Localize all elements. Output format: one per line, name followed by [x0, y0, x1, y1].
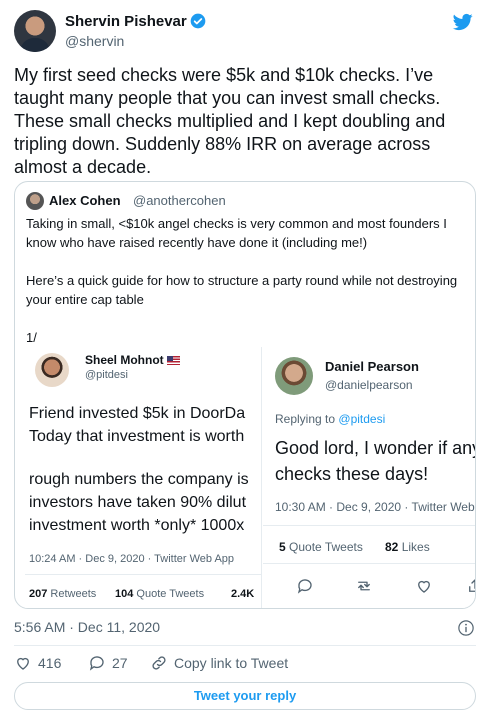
sheel-retweets: 207 Retweets	[29, 588, 97, 600]
like-count: 416	[38, 655, 62, 671]
sheel-text-line-1: Friend invested $5k in DoorDa	[29, 405, 246, 422]
sheel-name: Sheel Mohnot	[85, 353, 180, 367]
author-avatar[interactable]	[14, 10, 56, 52]
sheel-likes: 2.4K	[231, 588, 255, 600]
copy-link-label: Copy link to Tweet	[174, 655, 289, 671]
tweet-your-reply-button[interactable]: Tweet your reply	[14, 682, 476, 710]
copy-link-button[interactable]: Copy link to Tweet	[150, 654, 288, 672]
daniel-avatar	[275, 357, 313, 395]
retweet-icon	[358, 581, 370, 591]
daniel-text-line-1: Good lord, I wonder if any f	[275, 438, 476, 458]
daniel-likes: 82 Likes	[385, 540, 430, 554]
sheel-text-line-3: rough numbers the company is	[29, 471, 249, 488]
heart-icon	[17, 657, 29, 670]
sheel-text-line-4: investors have taken 90% dilut	[29, 494, 247, 511]
sheel-text-line-2: Today that investment is worth	[29, 428, 245, 445]
info-icon[interactable]	[457, 619, 475, 637]
sheel-meta: 10:24 AM · Dec 9, 2020 · Twitter Web App	[29, 553, 235, 565]
tweet-actions: 416 27 Copy link to Tweet	[14, 654, 476, 674]
sheel-avatar	[35, 353, 69, 387]
tweet-text: My first seed checks were $5k and $10k c…	[14, 65, 446, 177]
quote-image-left[interactable]: Sheel Mohnot @pitdesi Friend invested $5…	[25, 347, 262, 608]
sheel-text-line-5: investment worth *only* 1000x	[29, 517, 245, 534]
us-flag-icon	[166, 356, 180, 366]
reply-count: 27	[112, 655, 128, 671]
twitter-bird-icon[interactable]	[452, 12, 474, 32]
quote-author-avatar	[26, 192, 44, 210]
daniel-handle: @danielpearson	[325, 378, 413, 392]
daniel-replying-to: Replying to @pitdesi	[275, 412, 386, 426]
verified-badge-icon	[190, 13, 206, 29]
sheel-quote-tweets: 104 Quote Tweets	[115, 588, 205, 600]
daniel-name: Daniel Pearson	[325, 359, 419, 374]
share-icon	[469, 579, 475, 592]
tweet-timestamp[interactable]: 5:56 AM · Dec 11, 2020	[14, 619, 160, 635]
daniel-text-line-2: checks these days!	[275, 464, 429, 484]
reply-icon	[297, 579, 312, 594]
like-icon	[418, 580, 430, 593]
sheel-handle: @pitdesi	[85, 369, 128, 381]
link-icon	[152, 656, 166, 670]
quote-author-name: Alex Cohen	[49, 193, 121, 208]
quote-author-handle: @anothercohen	[133, 193, 226, 208]
daniel-meta: 10:30 AM · Dec 9, 2020 · Twitter Web	[275, 500, 475, 514]
daniel-quote-tweets: 5 Quote Tweets	[279, 540, 363, 554]
like-button[interactable]: 416	[14, 654, 61, 672]
author-name[interactable]: Shervin Pishevar	[65, 13, 187, 30]
quote-text: Taking in small, <$10k angel checks is v…	[26, 216, 458, 345]
quoted-tweet-card[interactable]: Alex Cohen @anothercohen Taking in small…	[14, 181, 476, 609]
reply-bubble-icon	[89, 656, 104, 671]
quote-image-right[interactable]: Daniel Pearson @danielpearson Replying t…	[263, 347, 476, 608]
tweet-header: Shervin Pishevar @shervin	[14, 10, 476, 56]
reply-button[interactable]: 27	[88, 654, 128, 672]
author-handle[interactable]: @shervin	[65, 33, 124, 49]
